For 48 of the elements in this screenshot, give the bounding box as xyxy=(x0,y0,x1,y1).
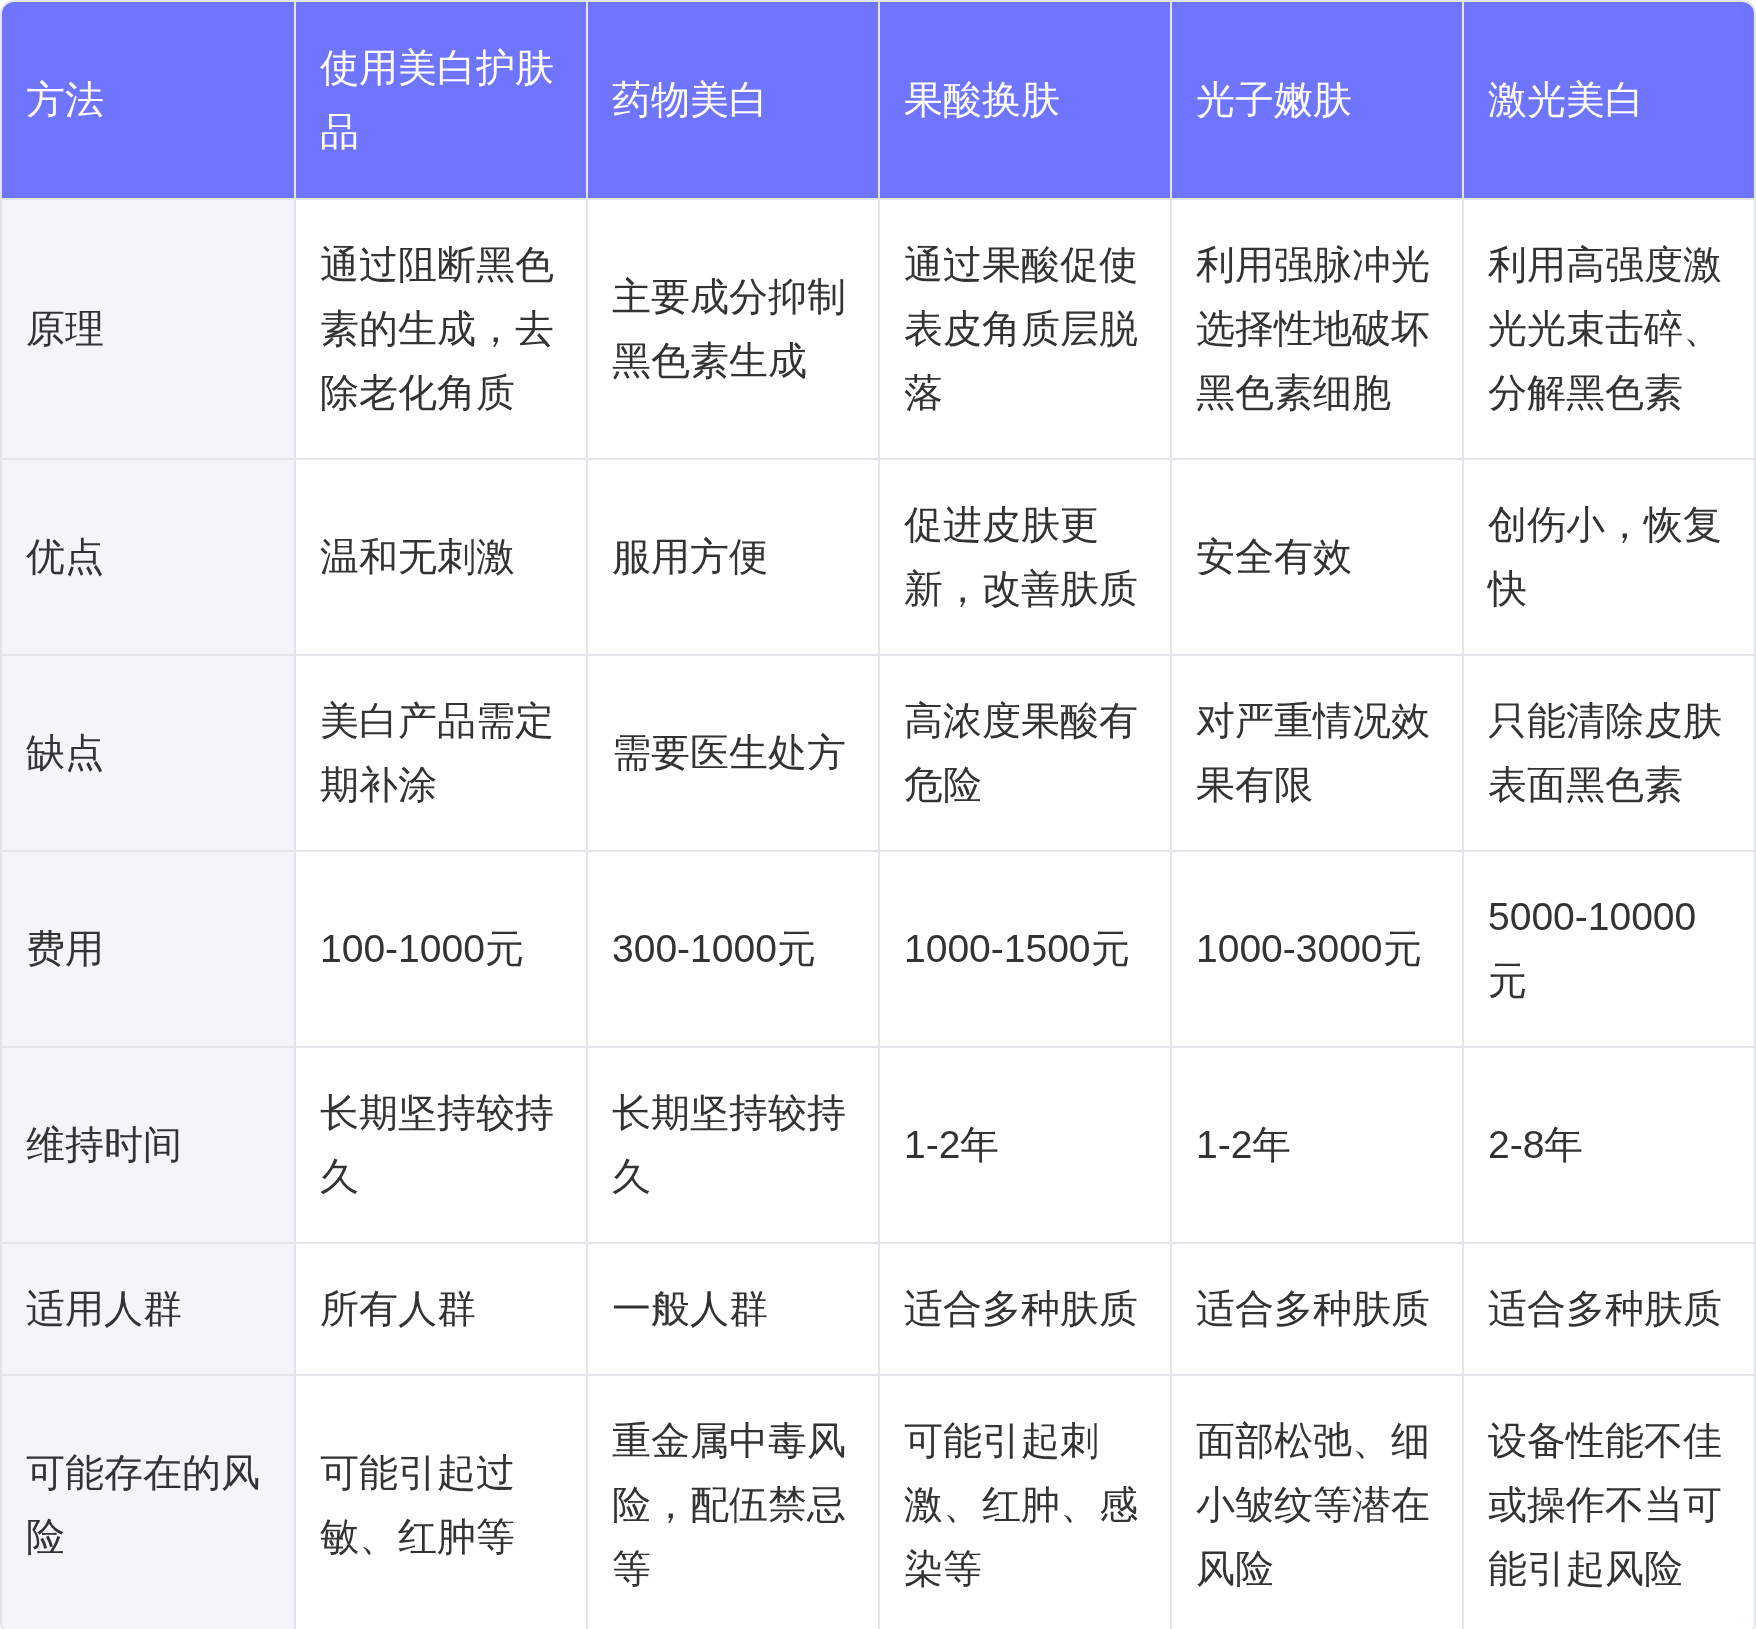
table-cell: 促进皮肤更新，改善肤质 xyxy=(878,458,1170,654)
column-header: 使用美白护肤品 xyxy=(294,2,586,198)
table-cell: 适合多种肤质 xyxy=(1170,1242,1462,1374)
table-cell: 长期坚持较持久 xyxy=(586,1046,878,1242)
table-cell: 高浓度果酸有危险 xyxy=(878,654,1170,850)
column-header: 方法 xyxy=(2,2,294,198)
row-header: 适用人群 xyxy=(2,1242,294,1374)
table-cell: 1-2年 xyxy=(878,1046,1170,1242)
table-cell: 100-1000元 xyxy=(294,850,586,1046)
row-header: 原理 xyxy=(2,198,294,458)
column-header: 药物美白 xyxy=(586,2,878,198)
table-cell: 1000-3000元 xyxy=(1170,850,1462,1046)
table-cell: 一般人群 xyxy=(586,1242,878,1374)
row-header: 可能存在的风险 xyxy=(2,1374,294,1629)
table-cell: 适合多种肤质 xyxy=(878,1242,1170,1374)
table-cell: 利用高强度激光光束击碎、分解黑色素 xyxy=(1462,198,1754,458)
table-cell: 通过果酸促使表皮角质层脱落 xyxy=(878,198,1170,458)
row-header: 维持时间 xyxy=(2,1046,294,1242)
row-header: 费用 xyxy=(2,850,294,1046)
table-cell: 300-1000元 xyxy=(586,850,878,1046)
table-cell: 可能引起过敏、红肿等 xyxy=(294,1374,586,1629)
column-header: 光子嫩肤 xyxy=(1170,2,1462,198)
table-cell: 重金属中毒风险，配伍禁忌等 xyxy=(586,1374,878,1629)
table-cell: 美白产品需定期补涂 xyxy=(294,654,586,850)
table-cell: 设备性能不佳或操作不当可能引起风险 xyxy=(1462,1374,1754,1629)
table-cell: 所有人群 xyxy=(294,1242,586,1374)
column-header: 激光美白 xyxy=(1462,2,1754,198)
table-cell: 利用强脉冲光选择性地破坏黑色素细胞 xyxy=(1170,198,1462,458)
row-header: 优点 xyxy=(2,458,294,654)
table-cell: 对严重情况效果有限 xyxy=(1170,654,1462,850)
table-cell: 通过阻断黑色素的生成，去除老化角质 xyxy=(294,198,586,458)
row-header: 缺点 xyxy=(2,654,294,850)
table-cell: 只能清除皮肤表面黑色素 xyxy=(1462,654,1754,850)
table-cell: 5000-10000元 xyxy=(1462,850,1754,1046)
table-cell: 面部松弛、细小皱纹等潜在风险 xyxy=(1170,1374,1462,1629)
table-cell: 创伤小，恢复快 xyxy=(1462,458,1754,654)
table-cell: 服用方便 xyxy=(586,458,878,654)
table-cell: 1000-1500元 xyxy=(878,850,1170,1046)
table-cell: 2-8年 xyxy=(1462,1046,1754,1242)
table-cell: 需要医生处方 xyxy=(586,654,878,850)
table-cell: 1-2年 xyxy=(1170,1046,1462,1242)
table-cell: 可能引起刺激、红肿、感染等 xyxy=(878,1374,1170,1629)
table-cell: 温和无刺激 xyxy=(294,458,586,654)
table-cell: 主要成分抑制黑色素生成 xyxy=(586,198,878,458)
table-cell: 长期坚持较持久 xyxy=(294,1046,586,1242)
column-header: 果酸换肤 xyxy=(878,2,1170,198)
table-cell: 适合多种肤质 xyxy=(1462,1242,1754,1374)
table-cell: 安全有效 xyxy=(1170,458,1462,654)
